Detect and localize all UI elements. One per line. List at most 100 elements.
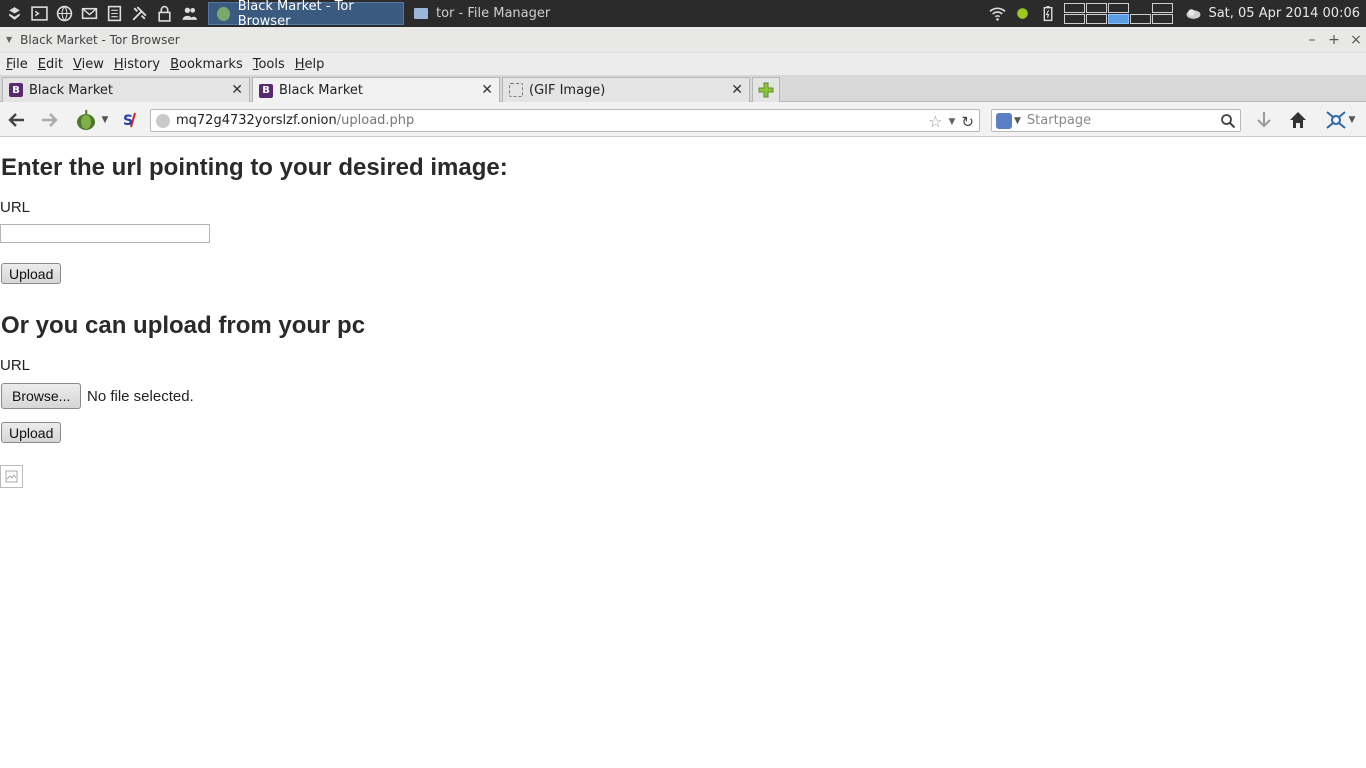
- menu-bar: File Edit View History Bookmarks Tools H…: [0, 53, 1366, 75]
- plus-icon: [758, 82, 774, 98]
- workspace-cell[interactable]: [1130, 14, 1152, 24]
- tor-onion-icon: [76, 109, 95, 130]
- heading-url-upload: Enter the url pointing to your desired i…: [1, 154, 508, 181]
- workspace-cell[interactable]: [1086, 14, 1108, 24]
- workspace-cell[interactable]: [1064, 14, 1086, 24]
- chevron-down-icon: ▼: [101, 115, 109, 125]
- history-dropdown-icon[interactable]: ▼: [949, 117, 956, 127]
- forward-icon: [42, 113, 58, 127]
- site-identity-icon[interactable]: [156, 113, 170, 128]
- menu-icon[interactable]: [4, 3, 25, 24]
- workspace-cell-active[interactable]: [1108, 14, 1130, 24]
- settings-icon[interactable]: [129, 3, 150, 24]
- taskbar-item-file-manager[interactable]: tor - File Manager: [406, 2, 606, 25]
- workspace-cell[interactable]: [1064, 3, 1086, 13]
- users-icon[interactable]: [179, 3, 200, 24]
- minimize-icon[interactable]: –: [1306, 32, 1318, 48]
- downloads-button[interactable]: [1252, 109, 1276, 131]
- search-placeholder: Startpage: [1026, 113, 1092, 128]
- tor-button[interactable]: ▼: [70, 109, 112, 131]
- favicon: B: [9, 83, 23, 97]
- back-button[interactable]: [6, 109, 28, 131]
- noscript-button[interactable]: S: [120, 109, 142, 131]
- close-icon[interactable]: ×: [1350, 32, 1362, 48]
- file-label: URL: [0, 357, 31, 374]
- tab-gif-image[interactable]: (GIF Image) ✕: [502, 77, 750, 102]
- url-path: /upload.php: [336, 113, 415, 128]
- url-host: mq72g4732yorslzf.onion: [176, 113, 337, 128]
- search-bar[interactable]: ▼ Startpage: [991, 109, 1241, 132]
- battery-icon[interactable]: [1037, 3, 1058, 24]
- home-button[interactable]: [1286, 109, 1310, 131]
- terminal-icon[interactable]: [29, 3, 50, 24]
- broken-image-icon: [0, 465, 23, 488]
- desktop-panel: Black Market - Tor Browser tor - File Ma…: [0, 0, 1366, 29]
- wifi-icon[interactable]: [987, 3, 1008, 24]
- no-file-status: No file selected.: [87, 388, 194, 405]
- tab-label: (GIF Image): [529, 82, 606, 98]
- lock-icon[interactable]: [154, 3, 175, 24]
- navigation-toolbar: ▼ S mq72g4732yorslzf.onion/upload.php ☆ …: [0, 102, 1366, 137]
- close-tab-icon[interactable]: ✕: [481, 82, 493, 98]
- workspace-cell[interactable]: [1152, 3, 1174, 13]
- folder-icon: [414, 8, 428, 19]
- menu-file[interactable]: File: [6, 57, 28, 72]
- weather-icon[interactable]: [1183, 3, 1204, 24]
- page-content: Enter the url pointing to your desired i…: [0, 138, 1366, 768]
- image-placeholder-icon: [509, 83, 523, 97]
- forward-button[interactable]: [38, 109, 60, 131]
- tab-label: Black Market: [279, 83, 363, 98]
- window-title: Black Market - Tor Browser: [20, 32, 180, 47]
- home-icon: [1290, 112, 1306, 128]
- menu-view[interactable]: View: [73, 57, 104, 72]
- back-icon: [8, 113, 24, 127]
- reload-icon[interactable]: ↻: [961, 113, 974, 131]
- menu-history[interactable]: History: [114, 57, 160, 72]
- window-titlebar[interactable]: ▼ Black Market - Tor Browser – + ×: [0, 27, 1366, 53]
- close-tab-icon[interactable]: ✕: [731, 82, 743, 98]
- chevron-down-icon[interactable]: ▼: [1014, 116, 1021, 126]
- menu-edit[interactable]: Edit: [38, 57, 63, 72]
- search-engine-icon[interactable]: [996, 112, 1012, 129]
- chevron-down-icon: ▼: [1348, 115, 1356, 125]
- addon-button[interactable]: ▼: [1320, 109, 1360, 131]
- notes-icon[interactable]: [104, 3, 125, 24]
- workspace-cell[interactable]: [1130, 3, 1151, 13]
- mail-icon[interactable]: [79, 3, 100, 24]
- menu-bookmarks[interactable]: Bookmarks: [170, 57, 243, 72]
- workspace-switcher[interactable]: [1064, 3, 1174, 24]
- workspace-cell[interactable]: [1108, 3, 1130, 13]
- browse-button[interactable]: Browse...: [1, 383, 82, 409]
- heading-pc-upload: Or you can upload from your pc: [1, 312, 366, 339]
- task-label: tor - File Manager: [436, 6, 551, 21]
- noscript-icon: S: [123, 112, 136, 129]
- addon-icon: [1325, 111, 1346, 129]
- new-tab-button[interactable]: [752, 77, 780, 102]
- upload-url-button[interactable]: Upload: [1, 263, 62, 284]
- workspace-cell[interactable]: [1086, 3, 1108, 13]
- url-bar[interactable]: mq72g4732yorslzf.onion/upload.php ☆ ▼ ↻: [150, 109, 980, 132]
- favicon: B: [259, 83, 273, 98]
- globe-icon: [217, 6, 230, 21]
- task-label: Black Market - Tor Browser: [237, 0, 354, 29]
- window-menu-icon[interactable]: ▼: [6, 35, 12, 44]
- tab-black-market-2[interactable]: B Black Market ✕: [252, 77, 500, 103]
- clock[interactable]: Sat, 05 Apr 2014 00:06: [1208, 6, 1360, 21]
- browser-icon[interactable]: [54, 3, 75, 24]
- tab-strip: B Black Market ✕ B Black Market ✕ (GIF I…: [0, 75, 1366, 103]
- download-icon: [1257, 112, 1271, 128]
- menu-tools[interactable]: Tools: [253, 57, 285, 72]
- image-url-input[interactable]: [0, 224, 210, 243]
- url-label: URL: [0, 199, 31, 216]
- workspace-cell[interactable]: [1152, 14, 1174, 24]
- upload-file-button[interactable]: Upload: [1, 422, 62, 443]
- close-tab-icon[interactable]: ✕: [231, 82, 243, 98]
- maximize-icon[interactable]: +: [1328, 32, 1340, 48]
- search-icon[interactable]: [1220, 113, 1236, 129]
- tab-label: Black Market: [29, 82, 113, 98]
- status-dot-icon[interactable]: [1012, 3, 1033, 24]
- tab-black-market-1[interactable]: B Black Market ✕: [2, 77, 250, 102]
- taskbar-item-tor-browser[interactable]: Black Market - Tor Browser: [208, 0, 404, 29]
- bookmark-star-icon[interactable]: ☆: [928, 112, 942, 131]
- menu-help[interactable]: Help: [295, 57, 325, 72]
